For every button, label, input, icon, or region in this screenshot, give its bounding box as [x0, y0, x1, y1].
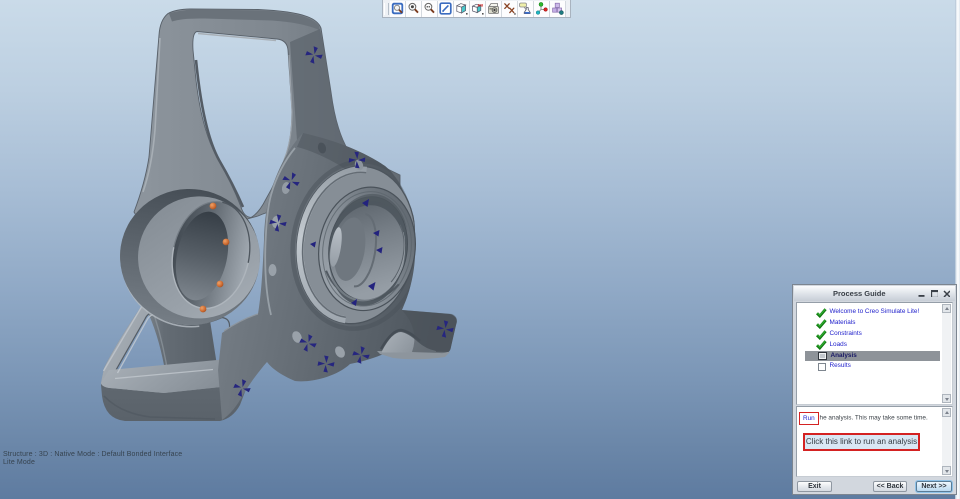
svg-text:AB: AB [477, 3, 483, 8]
